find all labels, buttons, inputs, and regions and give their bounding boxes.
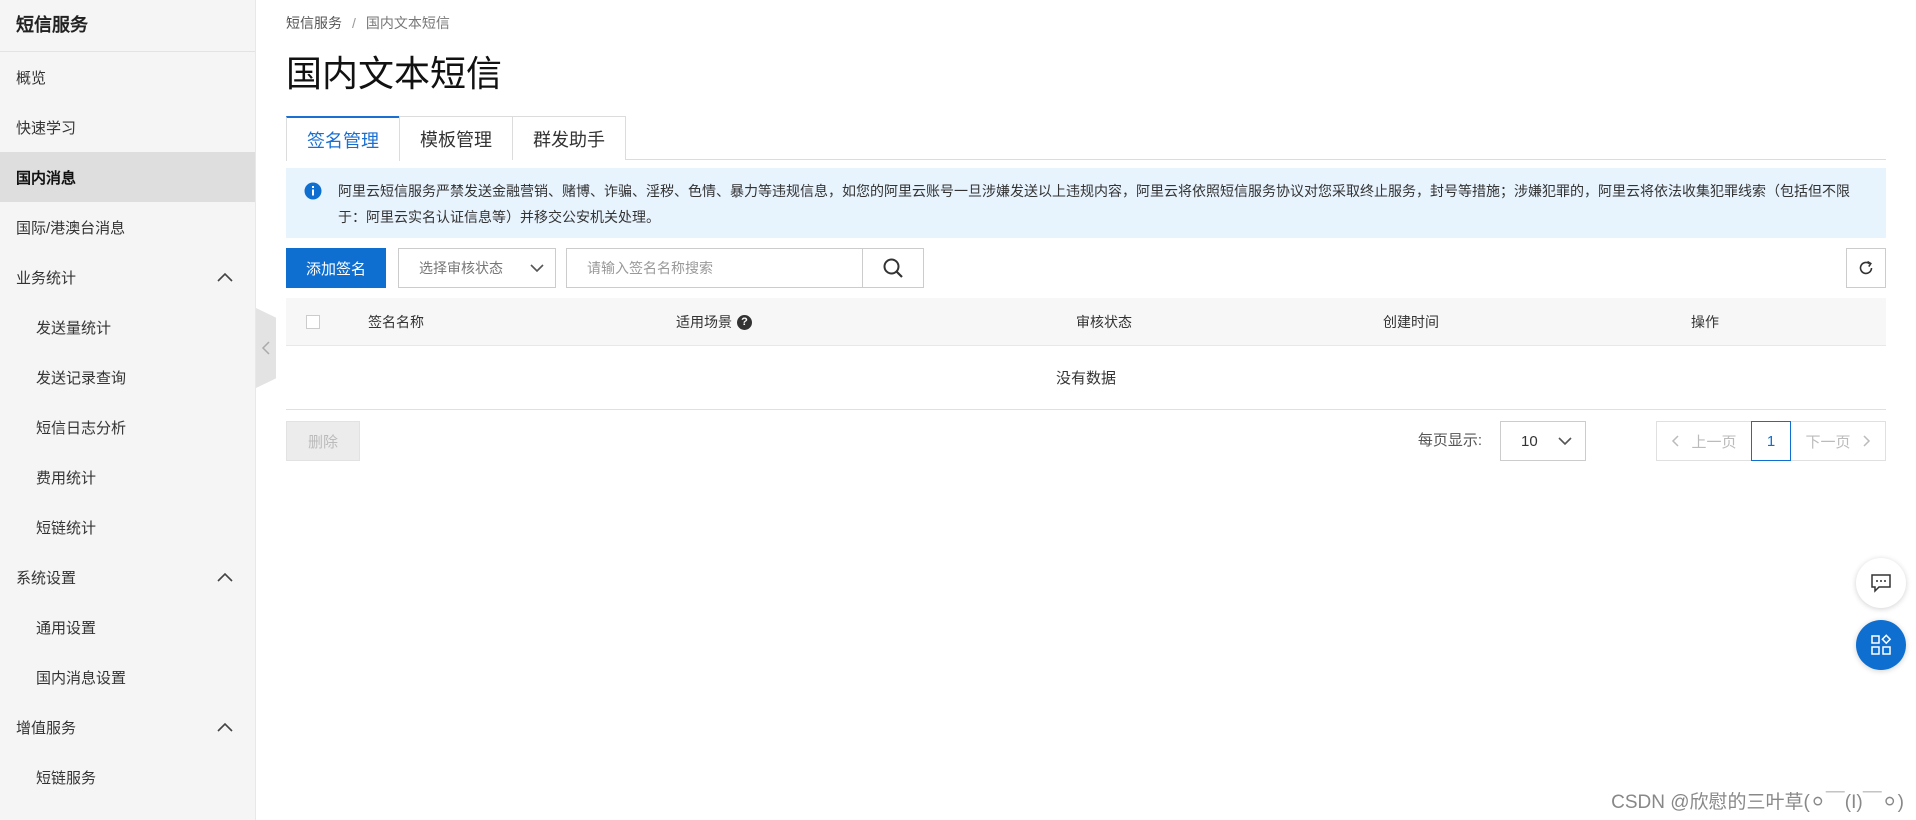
toolbar: 添加签名 选择审核状态 请输入签名名称搜索 — [286, 248, 1886, 288]
chevron-down-icon — [1558, 437, 1572, 446]
sidebar-group-system-settings[interactable]: 系统设置 — [0, 552, 255, 602]
sidebar: 短信服务 概览 快速学习 国内消息 国际/港澳台消息 业务统计 发送量统计 发送… — [0, 0, 256, 820]
sidebar-item-cost-stats[interactable]: 费用统计 — [0, 452, 255, 502]
sidebar-item-send-records[interactable]: 发送记录查询 — [0, 352, 255, 402]
sidebar-item-send-volume[interactable]: 发送量统计 — [0, 302, 255, 352]
sidebar-item-log-analysis[interactable]: 短信日志分析 — [0, 402, 255, 452]
column-header-review-status: 审核状态 — [1076, 314, 1132, 330]
sidebar-item-label: 费用统计 — [36, 469, 97, 487]
search-input[interactable]: 请输入签名名称搜索 — [566, 248, 863, 288]
chat-icon — [1871, 574, 1891, 593]
sidebar-item-label: 国内消息 — [16, 169, 77, 187]
sidebar-item-general-settings[interactable]: 通用设置 — [0, 602, 255, 652]
sidebar-item-label: 国内消息设置 — [36, 669, 127, 687]
chevron-up-icon — [217, 272, 233, 282]
tab-signature-management[interactable]: 签名管理 — [286, 116, 400, 161]
sidebar-group-value-added[interactable]: 增值服务 — [0, 702, 255, 752]
sidebar-item-shortlink-service[interactable]: 短链服务 — [0, 752, 255, 802]
next-page-button[interactable]: 下一页 — [1790, 421, 1886, 461]
sidebar-item-label: 通用设置 — [36, 619, 97, 637]
pagination: 上一页 1 下一页 — [1656, 421, 1886, 461]
chevron-up-icon — [217, 572, 233, 582]
column-header-actions: 操作 — [1691, 314, 1719, 330]
breadcrumb-root[interactable]: 短信服务 — [286, 13, 342, 33]
sidebar-item-label: 短链服务 — [36, 769, 97, 787]
breadcrumb: 短信服务 / 国内文本短信 — [286, 14, 1886, 32]
review-status-placeholder: 选择审核状态 — [419, 260, 504, 276]
sidebar-item-label: 国际/港澳台消息 — [16, 219, 126, 237]
prev-page-button[interactable]: 上一页 — [1656, 421, 1752, 461]
refresh-button[interactable] — [1846, 248, 1886, 288]
sidebar-item-quick-learn[interactable]: 快速学习 — [0, 102, 255, 152]
chevron-left-icon — [261, 341, 270, 355]
sidebar-title: 短信服务 — [0, 0, 255, 52]
sidebar-item-label: 短信日志分析 — [36, 419, 127, 437]
sidebar-item-label: 系统设置 — [16, 569, 77, 587]
breadcrumb-current: 国内文本短信 — [365, 15, 450, 31]
sidebar-item-label: 快速学习 — [16, 119, 77, 137]
compliance-notice: 阿里云短信服务严禁发送金融营销、赌博、诈骗、淫秽、色情、暴力等违规信息，如您的阿… — [286, 168, 1886, 238]
page-title: 国内文本短信 — [286, 53, 503, 94]
table-footer: 删除 每页显示: 10 上一页 1 下一页 — [286, 421, 1886, 461]
sidebar-collapse-handle[interactable] — [256, 308, 276, 388]
info-icon — [304, 182, 322, 200]
select-all-checkbox[interactable] — [306, 315, 320, 329]
sidebar-item-domestic-settings[interactable]: 国内消息设置 — [0, 652, 255, 702]
sidebar-item-international-messages[interactable]: 国际/港澳台消息 — [0, 202, 255, 252]
page-size-value: 10 — [1521, 432, 1538, 450]
column-header-scenario: 适用场景 ? — [676, 298, 752, 346]
apps-icon — [1871, 634, 1892, 655]
tab-bulk-send-assistant[interactable]: 群发助手 — [512, 116, 626, 160]
delete-button[interactable]: 删除 — [286, 421, 360, 461]
main-content: 短信服务 / 国内文本短信 国内文本短信 签名管理 模板管理 群发助手 阿里云短… — [286, 0, 1886, 461]
sidebar-item-label: 发送量统计 — [36, 319, 112, 337]
page-number-button[interactable]: 1 — [1751, 421, 1791, 461]
chevron-up-icon — [217, 722, 233, 732]
column-header-signature-name: 签名名称 — [368, 314, 424, 330]
sidebar-item-domestic-messages[interactable]: 国内消息 — [0, 152, 255, 202]
column-header-created-time: 创建时间 — [1383, 314, 1439, 330]
review-status-select[interactable]: 选择审核状态 — [398, 248, 557, 288]
search-group: 请输入签名名称搜索 — [566, 248, 925, 288]
tab-template-management[interactable]: 模板管理 — [399, 116, 513, 160]
sidebar-item-label: 业务统计 — [16, 269, 77, 287]
next-page-label: 下一页 — [1805, 433, 1851, 451]
watermark: CSDN @欣慰的三叶草(⚪￣(I)￣⚪) — [1611, 792, 1904, 813]
add-signature-button[interactable]: 添加签名 — [286, 248, 387, 288]
feedback-button[interactable] — [1856, 558, 1906, 608]
page-size-select[interactable]: 10 — [1500, 421, 1586, 461]
sidebar-item-label: 发送记录查询 — [36, 369, 127, 387]
tab-bar: 签名管理 模板管理 群发助手 — [286, 116, 1886, 161]
sidebar-item-label: 概览 — [16, 69, 47, 87]
sidebar-item-label: 增值服务 — [16, 719, 77, 737]
column-header-label: 适用场景 — [676, 314, 732, 330]
table-header: 签名名称 适用场景 ? 审核状态 创建时间 操作 — [286, 298, 1886, 346]
chevron-down-icon — [530, 264, 544, 273]
notice-text: 阿里云短信服务严禁发送金融营销、赌博、诈骗、淫秽、色情、暴力等违规信息，如您的阿… — [338, 183, 1850, 225]
search-icon — [883, 258, 903, 278]
table-empty-state: 没有数据 — [286, 346, 1886, 410]
breadcrumb-separator: / — [352, 15, 356, 31]
sidebar-item-label: 短链统计 — [36, 519, 97, 537]
signature-table: 签名名称 适用场景 ? 审核状态 创建时间 操作 没有数据 — [286, 298, 1886, 410]
sidebar-group-business-stats[interactable]: 业务统计 — [0, 252, 255, 302]
prev-page-label: 上一页 — [1691, 433, 1737, 451]
chevron-right-icon — [1862, 435, 1870, 447]
search-button[interactable] — [862, 248, 925, 288]
apps-button[interactable] — [1856, 620, 1906, 670]
refresh-icon — [1859, 260, 1873, 275]
search-placeholder: 请输入签名名称搜索 — [587, 260, 714, 276]
page-size-label: 每页显示: — [1417, 432, 1482, 449]
sidebar-item-shortlink-stats[interactable]: 短链统计 — [0, 502, 255, 552]
help-icon[interactable]: ? — [737, 314, 752, 330]
chevron-left-icon — [1672, 435, 1680, 447]
sidebar-item-overview[interactable]: 概览 — [0, 52, 255, 102]
